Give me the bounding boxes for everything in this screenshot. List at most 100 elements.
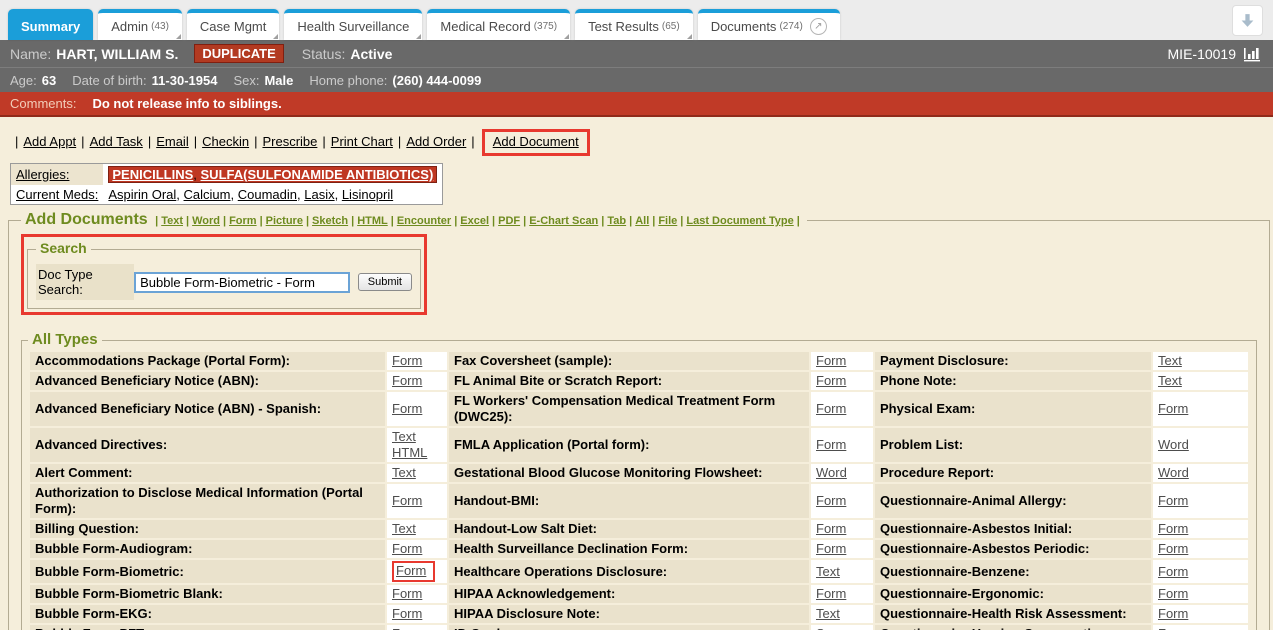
doc-link-word[interactable]: Word xyxy=(1158,465,1189,480)
doc-link-text[interactable]: Text xyxy=(392,521,416,536)
action-prescribe[interactable]: Prescribe xyxy=(262,134,317,149)
current-meds-link[interactable]: Current Meds: xyxy=(16,187,98,202)
filter-form[interactable]: Form xyxy=(229,215,257,227)
tab-label: Documents xyxy=(711,19,777,34)
med-link-coumadin[interactable]: Coumadin xyxy=(238,187,297,202)
doc-link-form[interactable]: Form xyxy=(1158,521,1188,536)
doc-type-label: Physical Exam: xyxy=(875,392,1151,426)
filter-file[interactable]: File xyxy=(658,215,677,227)
tab-documents[interactable]: Documents(274)↗ xyxy=(698,9,840,40)
doc-link-form[interactable]: Form xyxy=(392,401,422,416)
allergy-link[interactable]: PENICILLINS xyxy=(112,167,193,182)
filter-e-chart-scan[interactable]: E-Chart Scan xyxy=(529,215,598,227)
doc-link-form[interactable]: Form xyxy=(816,401,846,416)
doc-link-scan[interactable]: Scan xyxy=(816,626,846,630)
action-email[interactable]: Email xyxy=(156,134,189,149)
doc-link-text[interactable]: Text xyxy=(816,606,840,621)
tab-menu-corner-icon[interactable] xyxy=(564,34,569,39)
filter-pdf[interactable]: PDF xyxy=(498,215,520,227)
tab-menu-corner-icon[interactable] xyxy=(273,34,278,39)
doc-type-label: Payment Disclosure: xyxy=(875,352,1151,370)
doc-link-form[interactable]: Form xyxy=(816,541,846,556)
doc-link-form[interactable]: Form xyxy=(1158,564,1188,579)
doc-link-form[interactable]: Form xyxy=(816,373,846,388)
doc-link-form[interactable]: Form xyxy=(392,373,422,388)
tab-label: Admin xyxy=(111,19,148,34)
med-link-aspirin-oral[interactable]: Aspirin Oral xyxy=(108,187,176,202)
doc-link-text[interactable]: Text xyxy=(392,465,416,480)
tab-case-mgmt[interactable]: Case Mgmt xyxy=(187,9,279,40)
doc-link-word[interactable]: Word xyxy=(816,465,847,480)
doc-link-form[interactable]: Form xyxy=(816,353,846,368)
doc-link-form[interactable]: Form xyxy=(816,521,846,536)
doc-type-search-input[interactable] xyxy=(134,272,350,293)
filter-text[interactable]: Text xyxy=(161,215,183,227)
tab-menu-corner-icon[interactable] xyxy=(687,34,692,39)
download-button[interactable] xyxy=(1232,5,1263,36)
action-add-order[interactable]: Add Order xyxy=(406,134,466,149)
doc-link-form[interactable]: Form xyxy=(1158,493,1188,508)
table-row: Bubble Form-PFT:FormID Card:ScanQuestion… xyxy=(30,625,1248,630)
doc-link-text[interactable]: Text xyxy=(392,429,416,444)
doc-link-form[interactable]: Form xyxy=(1158,586,1188,601)
doc-link-text[interactable]: Text xyxy=(816,564,840,579)
doc-link-html[interactable]: HTML xyxy=(392,445,427,460)
doc-link-form[interactable]: Form xyxy=(1158,606,1188,621)
doc-link-form[interactable]: Form xyxy=(396,563,426,578)
separator: | xyxy=(454,215,457,227)
filter-picture[interactable]: Picture xyxy=(266,215,303,227)
allergies-link[interactable]: Allergies: xyxy=(16,167,69,182)
filter-sketch[interactable]: Sketch xyxy=(312,215,348,227)
doc-link-form[interactable]: Form xyxy=(392,493,422,508)
separator: | xyxy=(652,215,655,227)
filter-all[interactable]: All xyxy=(635,215,649,227)
page: SummaryAdmin(43)Case Mgmt Health Surveill… xyxy=(0,0,1273,630)
tab-medical-record[interactable]: Medical Record(375) xyxy=(427,9,570,40)
doc-link-text[interactable]: Text xyxy=(1158,353,1182,368)
doc-type-links: Word xyxy=(1153,428,1248,462)
doc-link-form[interactable]: Form xyxy=(1158,626,1188,630)
action-checkin[interactable]: Checkin xyxy=(202,134,249,149)
filter-tab[interactable]: Tab xyxy=(607,215,626,227)
med-link-lasix[interactable]: Lasix xyxy=(304,187,334,202)
submit-button[interactable]: Submit xyxy=(358,273,412,291)
action-add-document[interactable]: Add Document xyxy=(493,134,579,149)
action-add-appt[interactable]: Add Appt xyxy=(23,134,76,149)
tab-menu-corner-icon[interactable] xyxy=(176,34,181,39)
tab-summary[interactable]: Summary xyxy=(8,9,93,40)
tab-menu-corner-icon[interactable] xyxy=(416,34,421,39)
tab-label: Health Surveillance xyxy=(297,19,409,34)
doc-link-form[interactable]: Form xyxy=(1158,401,1188,416)
doc-type-links: Form xyxy=(811,520,873,538)
filter-last-document-type[interactable]: Last Document Type xyxy=(686,215,793,227)
tab-test-results[interactable]: Test Results(65) xyxy=(575,9,693,40)
filter-encounter[interactable]: Encounter xyxy=(397,215,451,227)
doc-link-word[interactable]: Word xyxy=(1158,437,1189,452)
filter-word[interactable]: Word xyxy=(192,215,220,227)
filter-excel[interactable]: Excel xyxy=(460,215,489,227)
doc-link-form[interactable]: Form xyxy=(816,586,846,601)
med-link-calcium[interactable]: Calcium xyxy=(184,187,231,202)
doc-type-links: Text xyxy=(387,464,447,482)
doc-link-form[interactable]: Form xyxy=(392,586,422,601)
action-add-task[interactable]: Add Task xyxy=(90,134,143,149)
tab-admin[interactable]: Admin(43) xyxy=(98,9,182,40)
separator: | xyxy=(223,215,226,227)
med-link-lisinopril[interactable]: Lisinopril xyxy=(342,187,393,202)
all-types-legend: All Types xyxy=(28,331,102,349)
bar-chart-icon[interactable] xyxy=(1243,46,1263,62)
doc-link-text[interactable]: Text xyxy=(1158,373,1182,388)
doc-link-form[interactable]: Form xyxy=(816,437,846,452)
doc-type-links: Form xyxy=(1153,585,1248,603)
doc-link-form[interactable]: Form xyxy=(816,493,846,508)
doc-link-form[interactable]: Form xyxy=(392,606,422,621)
tab-health-surveillance[interactable]: Health Surveillance xyxy=(284,9,422,40)
open-in-new-circle-icon[interactable]: ↗ xyxy=(810,18,827,35)
doc-link-form[interactable]: Form xyxy=(1158,541,1188,556)
allergy-link[interactable]: SULFA(SULFONAMIDE ANTIBIOTICS) xyxy=(201,167,434,182)
filter-html[interactable]: HTML xyxy=(357,215,388,227)
action-print-chart[interactable]: Print Chart xyxy=(331,134,393,149)
doc-link-form[interactable]: Form xyxy=(392,541,422,556)
doc-link-form[interactable]: Form xyxy=(392,353,422,368)
doc-link-form[interactable]: Form xyxy=(392,626,422,630)
